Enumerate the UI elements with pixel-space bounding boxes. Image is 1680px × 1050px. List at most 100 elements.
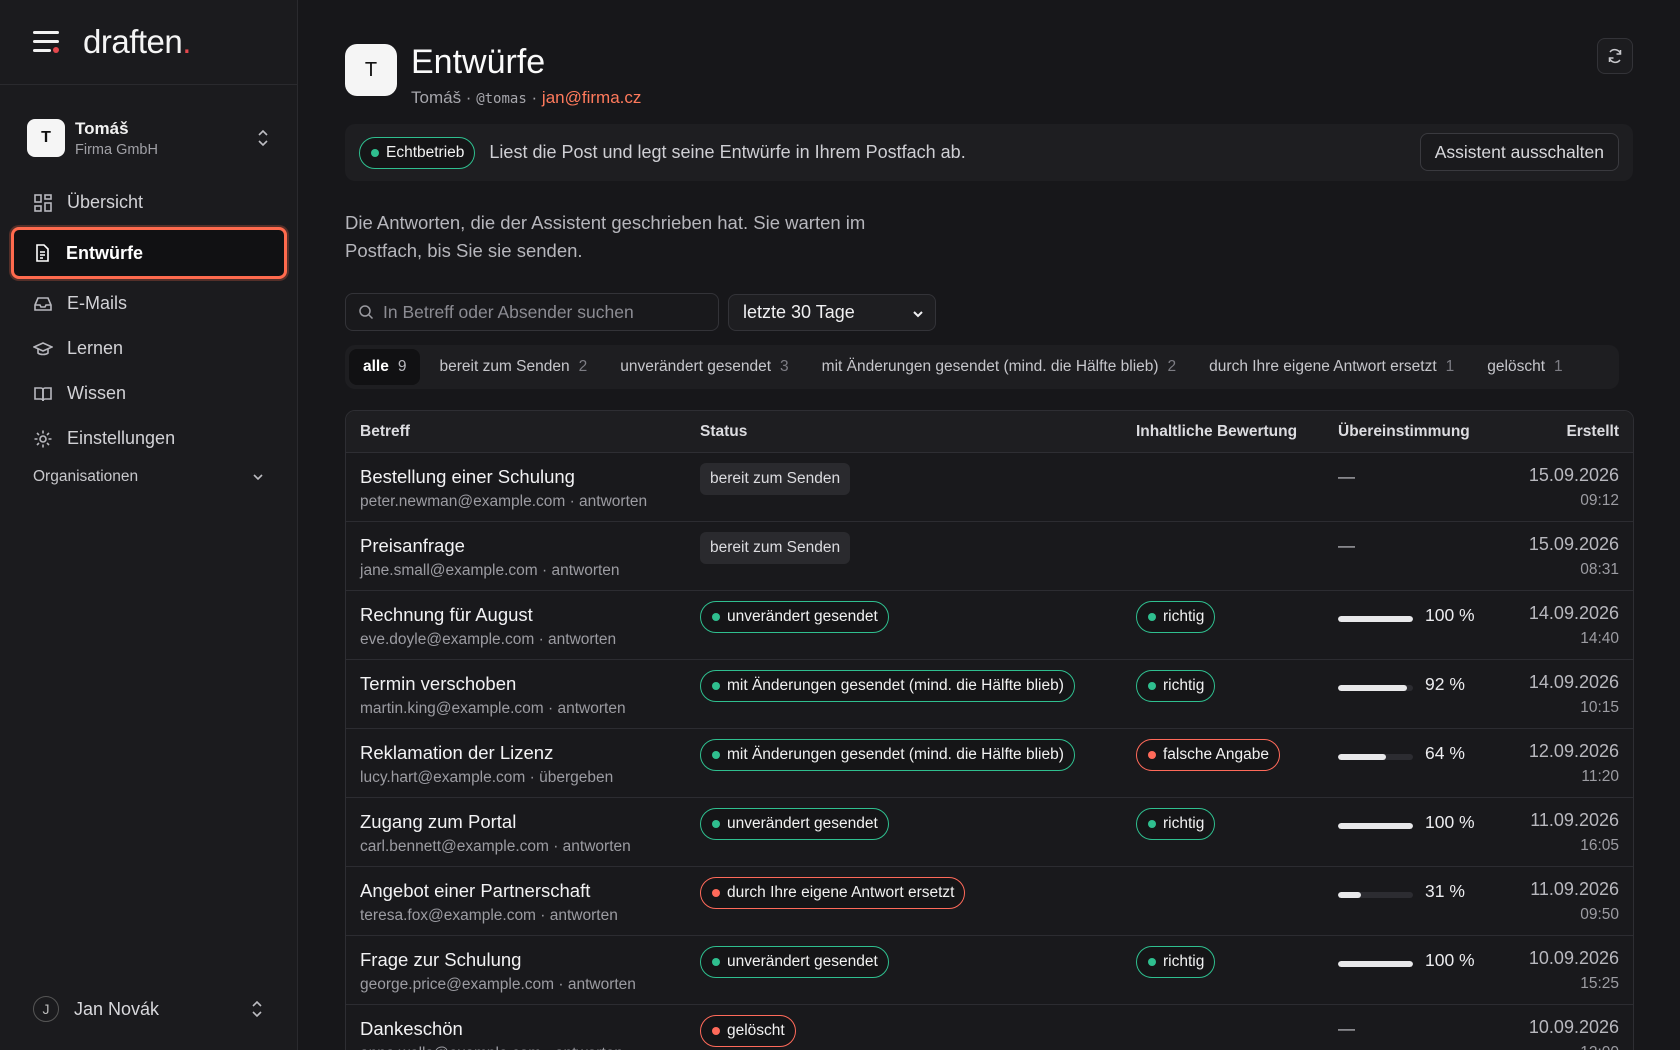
row-date: 14.09.2026: [1528, 603, 1619, 623]
status-badge: unverändert gesendet: [700, 946, 889, 978]
search-field[interactable]: [345, 293, 719, 331]
row-subject[interactable]: Dankeschön: [360, 1018, 463, 1040]
row-sender: anna.wells@example.com · antworten: [360, 1045, 623, 1050]
tab-all[interactable]: alle 9: [349, 349, 421, 385]
row-time: 08:31: [1580, 561, 1619, 578]
row-created: 10.09.2026 15:25: [1529, 948, 1619, 993]
tab-replaced[interactable]: durch Ihre eigene Antwort ersetzt 1: [1195, 349, 1468, 385]
status-badge: unverändert gesendet: [700, 601, 889, 633]
column-header-rating[interactable]: Inhaltliche Bewertung: [1136, 423, 1297, 441]
column-header-subject[interactable]: Betreff: [360, 423, 410, 441]
row-sender: teresa.fox@example.com · antworten: [360, 907, 618, 924]
row-status: bereit zum Senden: [700, 532, 851, 564]
table-row[interactable]: Frage zur Schulung george.price@example.c…: [346, 936, 1633, 1005]
match-bar: [1338, 615, 1413, 622]
row-status: mit Änderungen gesendet (mind. die Hälft…: [700, 739, 1075, 771]
tab-sent-with-changes[interactable]: mit Änderungen gesendet (mind. die Hälft…: [808, 349, 1191, 385]
row-time: 09:50: [1580, 906, 1619, 923]
row-match: —: [1338, 467, 1355, 487]
app-logo[interactable]: draften.: [83, 23, 191, 61]
sidebar-item-emails[interactable]: E-Mails: [13, 281, 285, 326]
account-name: Tomáš: [75, 118, 129, 138]
row-status: unverändert gesendet: [700, 946, 889, 978]
page-description: Die Antworten, die der Assistent geschri…: [345, 212, 866, 261]
row-status: unverändert gesendet: [700, 601, 889, 633]
row-subject[interactable]: Frage zur Schulung: [360, 949, 521, 971]
column-header-status[interactable]: Status: [700, 423, 747, 441]
row-subject[interactable]: Rechnung für August: [360, 604, 533, 626]
tab-ready[interactable]: bereit zum Senden 2: [425, 349, 601, 385]
page-subtitle: Tomáš · @tomas · jan@firma.cz: [411, 88, 642, 107]
row-status: bereit zum Senden: [700, 463, 851, 495]
table-row[interactable]: Rechnung für August eve.doyle@example.com…: [346, 591, 1633, 660]
sidebar-item-overview[interactable]: Übersicht: [13, 180, 285, 225]
organizations-label: Organisationen: [33, 468, 139, 485]
row-date: 15.09.2026: [1528, 465, 1619, 485]
table-row[interactable]: Preisanfrage jane.small@example.com · ant…: [346, 522, 1633, 591]
refresh-button[interactable]: [1597, 38, 1633, 74]
row-match: 100 %: [1338, 950, 1475, 971]
period-select[interactable]: letzte 30 Tage: [728, 294, 936, 331]
refresh-icon: [1608, 48, 1622, 64]
sidebar-item-learn[interactable]: Lernen: [13, 326, 285, 371]
match-empty: —: [1338, 1019, 1355, 1038]
organizations-toggle[interactable]: Organisationen: [33, 468, 265, 486]
row-subject[interactable]: Reklamation der Lizenz: [360, 742, 553, 764]
disable-assistant-button[interactable]: Assistent ausschalten: [1419, 133, 1619, 171]
table-row[interactable]: Dankeschön anna.wells@example.com · antwo…: [346, 1005, 1633, 1050]
match-bar: [1338, 684, 1413, 691]
match-bar-fill: [1338, 753, 1386, 760]
match-percent: 92 %: [1425, 674, 1465, 694]
rating-badge: richtig: [1136, 808, 1216, 840]
row-created: 10.09.2026 12:00: [1529, 1017, 1619, 1050]
match-percent: 100 %: [1425, 950, 1475, 970]
sidebar-item-drafts[interactable]: Entwürfe: [11, 227, 287, 279]
row-date: 10.09.2026: [1528, 1017, 1619, 1037]
tab-deleted[interactable]: gelöscht 1: [1473, 349, 1576, 385]
row-rating: falsche Angabe: [1136, 739, 1281, 771]
sidebar-item-knowledge[interactable]: Wissen: [13, 371, 285, 416]
user-name: Jan Novák: [74, 998, 160, 1019]
column-header-match[interactable]: Übereinstimmung: [1338, 423, 1470, 441]
menu-icon[interactable]: [33, 31, 59, 53]
row-created: 14.09.2026 10:15: [1529, 672, 1619, 717]
row-rating: richtig: [1136, 670, 1216, 702]
match-percent: 64 %: [1425, 743, 1465, 763]
column-header-created[interactable]: Erstellt: [1566, 423, 1619, 441]
row-time: 11:20: [1581, 768, 1619, 785]
row-subject[interactable]: Termin verschoben: [360, 673, 516, 695]
sidebar-item-label: Einstellungen: [67, 428, 176, 448]
user-email-link[interactable]: jan@firma.cz: [542, 88, 641, 107]
row-sender: eve.doyle@example.com · antworten: [360, 631, 617, 648]
table-row[interactable]: Bestellung einer Schulung peter.newman@ex…: [346, 453, 1633, 522]
table-row[interactable]: Termin verschoben martin.king@example.com…: [346, 660, 1633, 729]
row-date: 12.09.2026: [1528, 741, 1619, 761]
row-subject[interactable]: Zugang zum Portal: [360, 811, 516, 833]
sidebar-item-label: Wissen: [67, 383, 127, 403]
table-body: Bestellung einer Schulung peter.newman@ex…: [346, 453, 1633, 1050]
row-subject[interactable]: Bestellung einer Schulung: [360, 466, 575, 488]
table-row[interactable]: Angebot einer Partnerschaft teresa.fox@ex…: [346, 867, 1633, 936]
search-icon: [359, 305, 374, 320]
row-subject[interactable]: Angebot einer Partnerschaft: [360, 880, 590, 902]
table-row[interactable]: Zugang zum Portal carl.bennett@example.co…: [346, 798, 1633, 867]
row-status: gelöscht: [700, 1015, 796, 1047]
row-sender: carl.bennett@example.com · antworten: [360, 838, 631, 855]
table-row[interactable]: Reklamation der Lizenz lucy.hart@example.…: [346, 729, 1633, 798]
brand-bar: draften.: [0, 0, 297, 85]
account-switcher[interactable]: T Tomáš Firma GmbH: [27, 118, 271, 158]
row-subject[interactable]: Preisanfrage: [360, 535, 465, 557]
sidebar-item-label: Lernen: [67, 338, 124, 358]
page-title: Entwürfe: [411, 43, 546, 81]
row-match: 92 %: [1338, 674, 1465, 695]
rating-badge: richtig: [1136, 670, 1216, 702]
row-time: 15:25: [1580, 975, 1619, 992]
sidebar-nav: Übersicht Entwürfe E-Mails Lernen Wissen…: [11, 180, 287, 461]
tab-sent-unchanged[interactable]: unverändert gesendet 3: [606, 349, 802, 385]
row-status: unverändert gesendet: [700, 808, 889, 840]
chevron-down-icon: [913, 311, 923, 318]
sidebar-item-settings[interactable]: Einstellungen: [13, 416, 285, 461]
chevron-up-down-icon: [252, 1000, 262, 1018]
search-input[interactable]: [383, 301, 703, 323]
user-menu[interactable]: J Jan Novák: [33, 995, 265, 1023]
